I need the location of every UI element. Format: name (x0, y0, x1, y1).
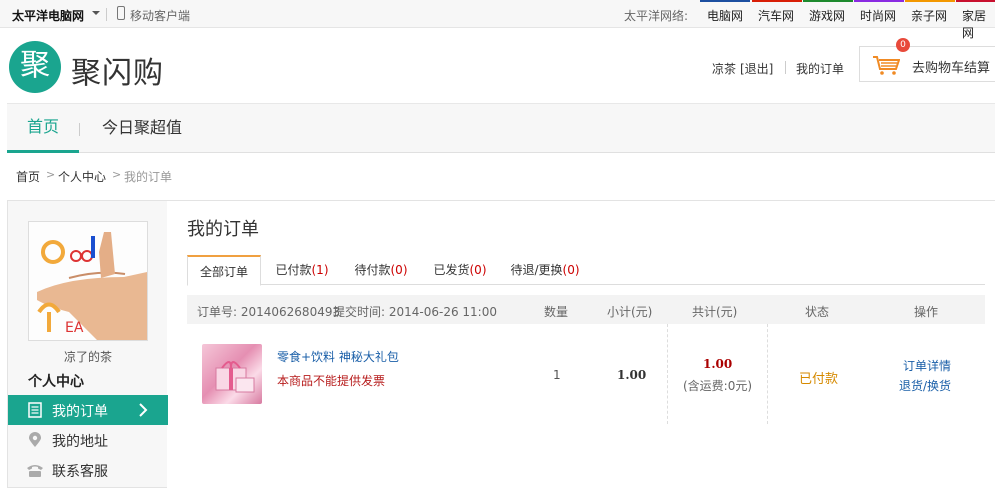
site-color-bar (956, 0, 995, 2)
sidebar: EA 凉了的茶 个人中心 我的订单 我的地址 联系客服 (7, 200, 168, 488)
order-row: 零食+饮料 神秘大礼包 本商品不能提供发票 1 1.00 1.00 (含运费:0… (187, 324, 985, 424)
tab-count: (0) (390, 263, 408, 277)
chevron-right-icon (139, 403, 148, 417)
sidebar-item-customer-service[interactable]: 联系客服 (8, 455, 168, 485)
cart-label: 去购物车结算 (912, 61, 991, 76)
my-orders-link[interactable]: 我的订单 (796, 60, 844, 77)
tab-all-orders[interactable]: 全部订单 (187, 255, 261, 286)
tab-count: (0) (562, 263, 580, 277)
site-color-bar (905, 0, 955, 2)
site-link-auto[interactable]: 汽车网 (758, 7, 794, 24)
cart-button[interactable]: 去购物车结算 (859, 46, 995, 82)
main-nav: 首页 今日聚超值 (7, 103, 995, 153)
mobile-phone-icon (117, 6, 125, 20)
order-number: 订单号: 2014062680493 (197, 305, 341, 319)
mobile-client-link[interactable]: 移动客户端 (130, 7, 190, 24)
tab-count: (0) (469, 263, 487, 277)
main-content: 我的订单 全部订单 已付款(1) 待付款(0) 已发货(0) 待退/更换(0) … (167, 200, 995, 488)
avatar-username: 凉了的茶 (63, 350, 112, 364)
site-color-bar (803, 0, 853, 2)
order-total: 1.00 (703, 357, 733, 371)
return-exchange-link[interactable]: 退货/换货 (899, 377, 951, 394)
order-tabs: 全部订单 已付款(1) 待付款(0) 已发货(0) 待退/更换(0) (187, 255, 985, 286)
site-link-fashion[interactable]: 时尚网 (860, 7, 896, 24)
site-link-pc[interactable]: 电脑网 (707, 7, 743, 24)
order-status: 已付款 (799, 372, 839, 387)
tab-pending-payment[interactable]: 待付款(0) (345, 255, 417, 285)
tab-label: 全部订单 (199, 265, 248, 279)
divider (667, 324, 668, 424)
tab-return-exchange[interactable]: 待退/更换(0) (503, 255, 587, 285)
svg-text:EA: EA (65, 320, 84, 336)
sidebar-item-label: 联系客服 (52, 464, 108, 480)
order-detail-link[interactable]: 订单详情 (903, 357, 951, 374)
nav-home[interactable]: 首页 (7, 104, 79, 153)
cart-count-badge: 0 (896, 38, 910, 52)
chevron-right-icon: > (46, 168, 56, 181)
shipping-fee: (含运费:0元) (683, 379, 753, 393)
order-submit-time: 提交时间: 2014-06-26 11:00 (333, 305, 497, 319)
phone-icon (27, 465, 43, 477)
column-total: 共计(元) (692, 305, 738, 319)
order-qty: 1 (553, 368, 561, 382)
invoice-note: 本商品不能提供发票 (277, 374, 386, 388)
logout-link[interactable]: [退出] (740, 60, 773, 77)
breadcrumb-personal-center[interactable]: 个人中心 (58, 168, 106, 185)
logo-text[interactable]: 聚闪购 (71, 48, 164, 92)
personal-center-title: 个人中心 (28, 374, 84, 390)
location-pin-icon (29, 432, 41, 447)
column-qty: 数量 (544, 305, 569, 319)
tab-label: 已付款 (275, 263, 312, 277)
site-color-bar (700, 0, 750, 2)
site-link-games[interactable]: 游戏网 (809, 7, 845, 24)
nav-daily-deals[interactable]: 今日聚超值 (102, 104, 182, 152)
chevron-right-icon: > (112, 168, 122, 181)
shopping-cart-icon (873, 56, 900, 75)
avatar-image: EA (29, 222, 147, 340)
chevron-down-icon[interactable] (92, 11, 100, 15)
sidebar-item-label: 我的地址 (52, 434, 108, 450)
product-thumbnail[interactable] (202, 344, 262, 404)
sidebar-item-label: 我的订单 (52, 404, 108, 420)
sidebar-item-my-address[interactable]: 我的地址 (8, 425, 168, 455)
page-title: 我的订单 (187, 219, 259, 240)
product-name-link[interactable]: 零食+饮料 神秘大礼包 (277, 348, 399, 365)
tab-label: 已发货 (433, 263, 470, 277)
column-subtotal: 小计(元) (607, 305, 653, 319)
site-brand-menu[interactable]: 太平洋电脑网 (12, 7, 84, 24)
site-link-home[interactable]: 家居网 (962, 7, 995, 41)
top-bar: 太平洋电脑网 移动客户端 太平洋网络: 电脑网 汽车网 游戏网 时尚网 亲子网 … (0, 0, 995, 40)
avatar[interactable]: EA (28, 221, 148, 341)
divider (79, 123, 80, 136)
divider (785, 61, 786, 74)
document-icon (28, 402, 42, 418)
tab-count: (1) (311, 263, 329, 277)
tab-shipped[interactable]: 已发货(0) (425, 255, 495, 285)
order-header: 订单号: 2014062680493 提交时间: 2014-06-26 11:0… (187, 295, 985, 324)
logo-icon[interactable]: 聚 (9, 41, 61, 93)
breadcrumb-home[interactable]: 首页 (16, 168, 40, 185)
column-status: 状态 (805, 305, 830, 319)
breadcrumb-current: 我的订单 (124, 170, 173, 184)
divider (106, 8, 107, 21)
site-color-bar (854, 0, 904, 2)
divider (767, 324, 768, 424)
order-subtotal: 1.00 (617, 368, 647, 382)
site-color-bar (752, 0, 802, 2)
site-link-parenting[interactable]: 亲子网 (911, 7, 947, 24)
column-action: 操作 (914, 305, 939, 319)
tab-paid[interactable]: 已付款(1) (267, 255, 337, 285)
sidebar-item-my-orders[interactable]: 我的订单 (8, 395, 168, 425)
username-link[interactable]: 凉茶 (712, 60, 736, 77)
tab-label: 待付款 (354, 263, 391, 277)
network-label: 太平洋网络: (624, 9, 689, 23)
gift-image (215, 361, 255, 393)
tab-label: 待退/更换 (510, 263, 563, 277)
